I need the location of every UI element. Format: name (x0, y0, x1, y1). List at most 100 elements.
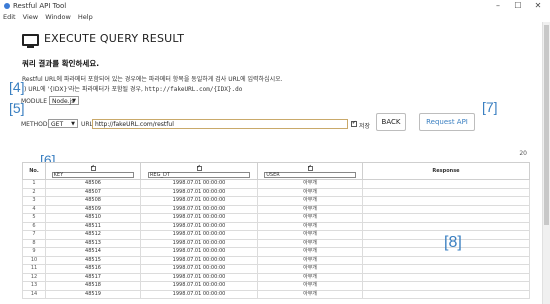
cell-no: 13 (22, 281, 46, 291)
table-row[interactable]: 5 48510 1998.07.01 00:00:00 아무개 (22, 213, 530, 223)
cell-no: 12 (22, 272, 46, 282)
description-line-2: ) URL에 '{IDX}'라는 파라메터가 포함될 경우, http://fa… (24, 84, 242, 93)
minimize-icon[interactable]: – (488, 0, 508, 12)
key-column-field[interactable]: KEY (51, 172, 135, 178)
cell-reg-dt: 1998.07.01 00:00:00 (140, 196, 258, 206)
module-select[interactable]: Node.js ▼ (49, 96, 79, 105)
cell-reg-dt: 1998.07.01 00:00:00 (140, 204, 258, 214)
cell-reg-dt: 1998.07.01 00:00:00 (140, 238, 258, 248)
cell-reg-dt: 1998.07.01 00:00:00 (140, 179, 258, 189)
table-row[interactable]: 13 48518 1998.07.01 00:00:00 아무개 (22, 281, 530, 291)
user-column-checkbox[interactable] (307, 164, 313, 171)
table-row[interactable]: 2 48507 1998.07.01 00:00:00 아무개 (22, 187, 530, 197)
menu-view[interactable]: View (23, 13, 38, 21)
result-count: 20 (519, 150, 527, 157)
table-row[interactable]: 3 48508 1998.07.01 00:00:00 아무개 (22, 196, 530, 206)
cell-no: 10 (22, 255, 46, 265)
cell-response (362, 272, 530, 282)
cell-key: 48510 (45, 213, 141, 223)
cell-no: 11 (22, 264, 46, 274)
vertical-scrollbar[interactable] (542, 22, 550, 304)
method-label: METHOD (21, 121, 48, 128)
cell-no: 14 (22, 289, 46, 299)
cell-key: 48509 (45, 204, 141, 214)
method-select[interactable]: GET ▼ (48, 119, 78, 128)
cell-response (362, 213, 530, 223)
window-title: Restful API Tool (13, 2, 67, 10)
table-row[interactable]: 6 48511 1998.07.01 00:00:00 아무개 (22, 221, 530, 231)
cell-no: 9 (22, 247, 46, 257)
cell-reg-dt: 1998.07.01 00:00:00 (140, 247, 258, 257)
cell-user: 아무개 (257, 289, 363, 299)
menu-help[interactable]: Help (78, 13, 93, 21)
method-selected-value: GET (51, 121, 64, 128)
menu-edit[interactable]: Edit (3, 13, 16, 21)
reg-dt-column-field[interactable]: REG_DT (147, 172, 251, 178)
cell-response (362, 264, 530, 274)
url-input[interactable]: http://fakeURL.com/restful (92, 119, 348, 129)
monitor-icon (22, 34, 39, 48)
request-api-button[interactable]: Request API (419, 113, 475, 131)
cell-key: 48507 (45, 187, 141, 197)
cell-user: 아무개 (257, 264, 363, 274)
cell-reg-dt: 1998.07.01 00:00:00 (140, 281, 258, 291)
table-row[interactable]: 1 48506 1998.07.01 00:00:00 아무개 (22, 179, 530, 189)
back-button[interactable]: BACK (376, 113, 406, 131)
cell-key: 48511 (45, 221, 141, 231)
cell-no: 4 (22, 204, 46, 214)
table-row[interactable]: 4 48509 1998.07.01 00:00:00 아무개 (22, 204, 530, 214)
cell-key: 48516 (45, 264, 141, 274)
cell-no: 5 (22, 213, 46, 223)
cell-key: 48513 (45, 238, 141, 248)
col-header-reg-dt: REG_DT (140, 162, 258, 180)
menu-bar: Edit View Window Help (0, 12, 550, 22)
cell-reg-dt: 1998.07.01 00:00:00 (140, 187, 258, 197)
cell-reg-dt: 1998.07.01 00:00:00 (140, 272, 258, 282)
cell-response (362, 255, 530, 265)
reg-dt-column-checkbox[interactable] (196, 164, 202, 171)
table-row[interactable]: 14 48519 1998.07.01 00:00:00 아무개 (22, 289, 530, 299)
menu-window[interactable]: Window (45, 13, 71, 21)
table-row[interactable]: 12 48517 1998.07.01 00:00:00 아무개 (22, 272, 530, 282)
description-prefix: ) URL에 '{IDX}'라는 파라메터가 포함될 경우, (24, 86, 143, 93)
save-checkbox[interactable] (351, 120, 357, 127)
table-row[interactable]: 11 48516 1998.07.01 00:00:00 아무개 (22, 264, 530, 274)
cell-no: 8 (22, 238, 46, 248)
key-column-checkbox[interactable] (90, 164, 96, 171)
page-subtitle: 쿼리 결과를 확인하세요. (22, 59, 100, 68)
cell-user: 아무개 (257, 187, 363, 197)
module-label: MODULE (21, 98, 48, 105)
method-caret-icon: ▼ (71, 121, 75, 127)
cell-user: 아무개 (257, 213, 363, 223)
cell-key: 48515 (45, 255, 141, 265)
maximize-icon[interactable]: ☐ (508, 0, 528, 12)
close-icon[interactable]: ✕ (528, 0, 548, 12)
cell-key: 48506 (45, 179, 141, 189)
cell-no: 1 (22, 179, 46, 189)
table-row[interactable]: 10 48515 1998.07.01 00:00:00 아무개 (22, 255, 530, 265)
cell-key: 48517 (45, 272, 141, 282)
cell-key: 48514 (45, 247, 141, 257)
user-column-field[interactable]: USER (264, 172, 356, 178)
cell-reg-dt: 1998.07.01 00:00:00 (140, 213, 258, 223)
col-header-key: KEY (45, 162, 141, 180)
scrollbar-thumb[interactable] (544, 25, 549, 225)
col-header-response: Response (362, 162, 530, 180)
cell-reg-dt: 1998.07.01 00:00:00 (140, 230, 258, 240)
cell-user: 아무개 (257, 196, 363, 206)
cell-no: 6 (22, 221, 46, 231)
cell-no: 3 (22, 196, 46, 206)
annotation-7: [7] (482, 99, 498, 115)
module-selected-value: Node.js (52, 98, 75, 105)
page-title: EXECUTE QUERY RESULT (44, 32, 185, 45)
cell-no: 7 (22, 230, 46, 240)
cell-response (362, 289, 530, 299)
col-header-no: No. (22, 162, 46, 180)
cell-response (362, 221, 530, 231)
cell-user: 아무개 (257, 272, 363, 282)
cell-key: 48512 (45, 230, 141, 240)
app-icon (4, 3, 10, 9)
module-caret-icon: ▼ (72, 98, 76, 104)
main-content: EXECUTE QUERY RESULT 쿼리 결과를 확인하세요. Restf… (0, 22, 543, 304)
cell-key: 48508 (45, 196, 141, 206)
